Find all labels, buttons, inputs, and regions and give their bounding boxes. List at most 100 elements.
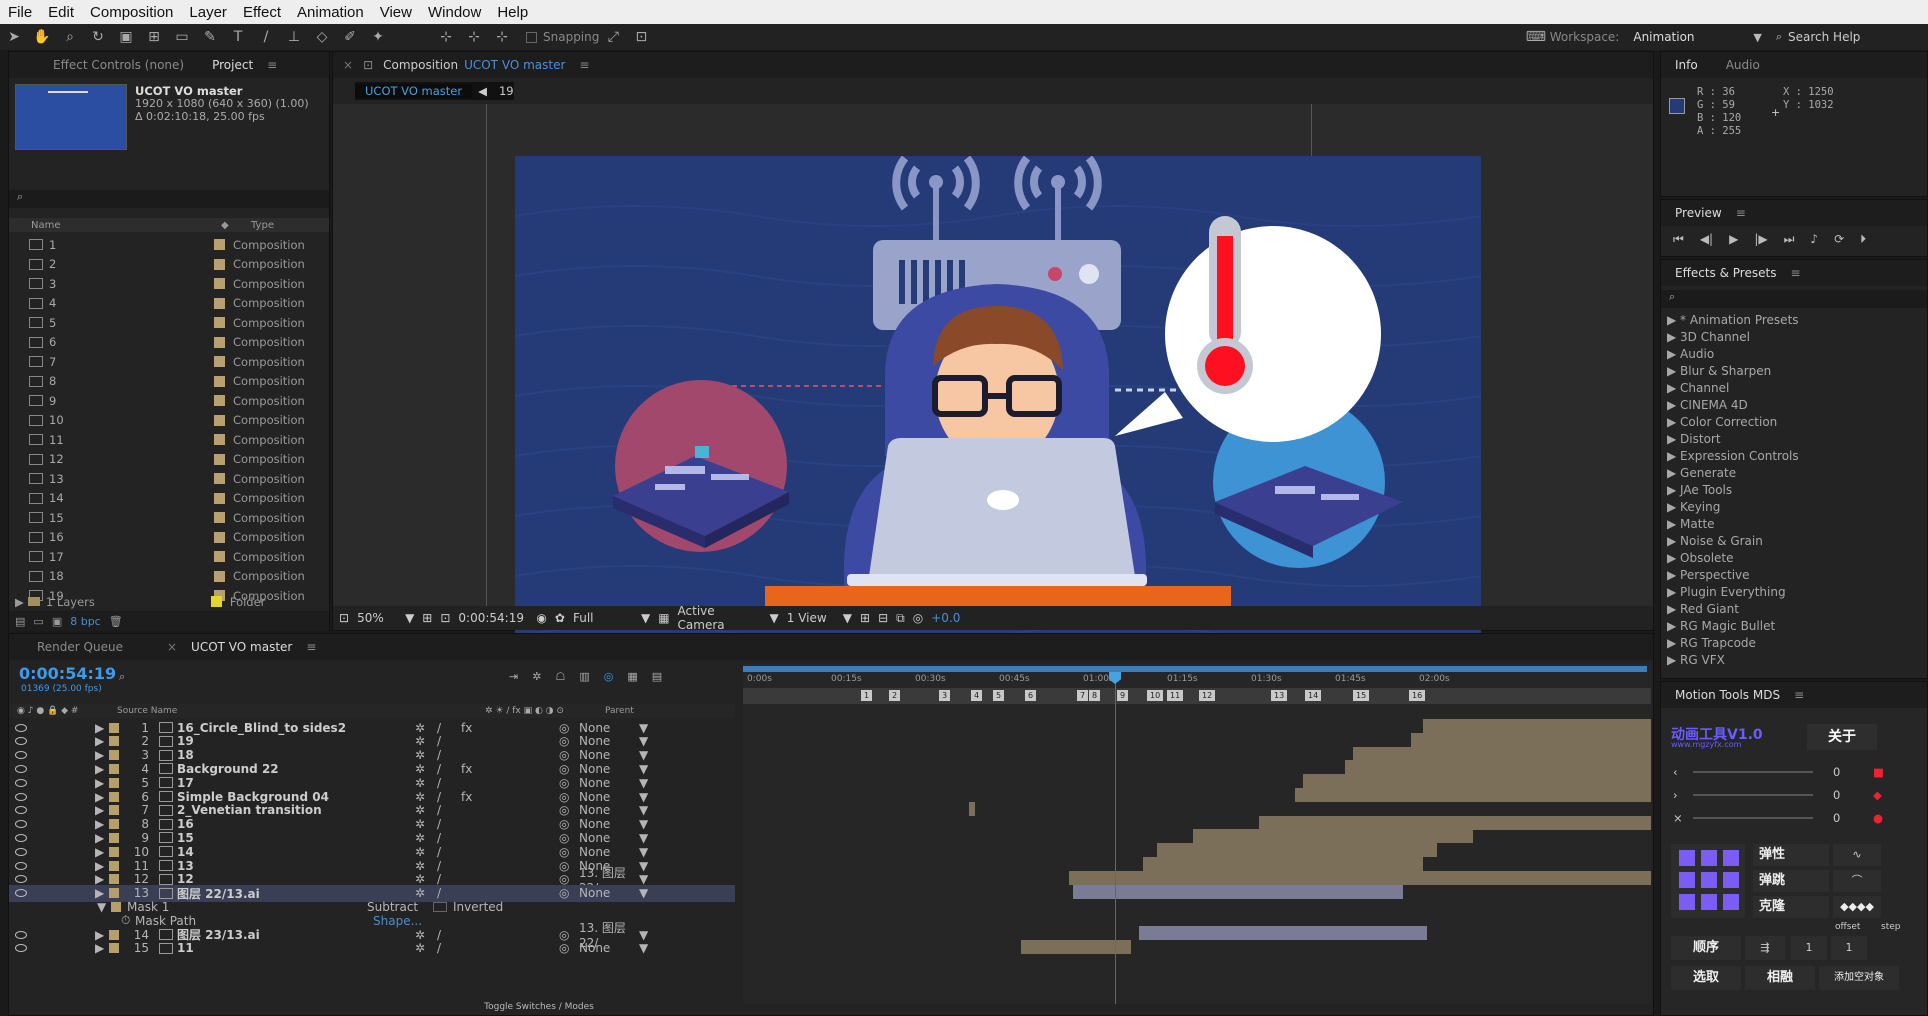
effects-category[interactable]: ▶ Obsolete xyxy=(1661,550,1927,567)
track-area[interactable]: 0:00s 00:15s 00:30s 00:45s 01:00s 01:15s 01:30… xyxy=(743,664,1651,1004)
elastic-button[interactable]: 弹性 xyxy=(1753,844,1829,866)
first-frame-icon[interactable]: ⏮ xyxy=(1673,232,1684,247)
axis-local-icon[interactable]: ⊹ xyxy=(436,28,456,46)
eraser-tool-icon[interactable]: ◇ xyxy=(312,28,332,46)
effects-category[interactable]: ▶ Keying xyxy=(1661,499,1927,516)
close-tab-icon[interactable]: × xyxy=(343,58,353,72)
order-button[interactable]: 顺序 xyxy=(1671,936,1741,960)
camera-select[interactable]: Active Camera xyxy=(678,604,762,632)
layer-label-swatch[interactable] xyxy=(109,777,119,788)
layer-label-swatch[interactable] xyxy=(109,722,119,733)
merge-button[interactable]: 相融 xyxy=(1745,966,1815,990)
layer-duration-bar[interactable] xyxy=(1411,732,1651,747)
new-comp-icon[interactable]: ▣ xyxy=(52,615,62,628)
zoom-select[interactable]: 50% xyxy=(357,611,397,625)
resolution-select[interactable]: Full xyxy=(573,611,633,625)
axis-world-icon[interactable]: ⊹ xyxy=(464,28,484,46)
slider-1[interactable] xyxy=(1693,770,1813,773)
effects-category[interactable]: ▶ RG Magic Bullet xyxy=(1661,618,1927,635)
safe-zones-icon[interactable]: ⊞ xyxy=(422,611,432,625)
layer-label-swatch[interactable] xyxy=(109,819,119,830)
menu-animation[interactable]: Animation xyxy=(289,4,372,21)
tab-audio[interactable]: Audio xyxy=(1712,58,1774,72)
project-item-row[interactable]: 11 Composition xyxy=(9,430,329,450)
project-item-row[interactable]: 12 Composition xyxy=(9,450,329,470)
expand-arrow-icon[interactable]: ▶ xyxy=(1667,568,1680,582)
expand-arrow-icon[interactable]: ▶ xyxy=(1667,398,1680,412)
layer-duration-bar[interactable] xyxy=(1353,746,1651,761)
workspace-select[interactable]: Animation xyxy=(1633,30,1753,44)
comp-marker[interactable]: 16 xyxy=(1409,690,1426,701)
menu-edit[interactable]: Edit xyxy=(40,4,82,21)
project-item-row[interactable]: 10 Composition xyxy=(9,411,329,431)
project-item-row[interactable]: 17 Composition xyxy=(9,547,329,567)
clone-stamp-tool-icon[interactable]: ⊥ xyxy=(284,28,304,46)
slider-2-value[interactable]: 0 xyxy=(1833,788,1873,802)
comp-marker[interactable]: 5 xyxy=(993,690,1005,701)
quality-switch-icon[interactable]: / xyxy=(437,941,461,955)
expand-arrow-icon[interactable]: ▶ xyxy=(1667,500,1680,514)
visibility-eye-icon[interactable] xyxy=(15,751,27,760)
about-button[interactable]: 关于 xyxy=(1807,724,1877,750)
effects-category[interactable]: ▶ * Animation Presets xyxy=(1661,312,1927,329)
last-frame-icon[interactable]: ⏭ xyxy=(1784,232,1795,247)
show-channel-icon[interactable]: ✿ xyxy=(555,611,565,625)
comp-marker[interactable]: 1 xyxy=(861,690,873,701)
expand-arrow-icon[interactable]: ▶ xyxy=(1667,330,1680,344)
elastic-curve-icon[interactable]: ∿ xyxy=(1833,844,1881,866)
expand-arrow-icon[interactable]: ▶ xyxy=(1667,653,1680,667)
menu-effect[interactable]: Effect xyxy=(235,4,289,21)
effects-category[interactable]: ▶ Expression Controls xyxy=(1661,448,1927,465)
panel-menu-icon[interactable]: ≡ xyxy=(1790,266,1800,280)
views-dropdown-icon[interactable]: ▼ xyxy=(843,611,852,625)
shy-layers-icon[interactable]: ☖ xyxy=(555,670,565,683)
project-item-row[interactable]: 15 Composition xyxy=(9,508,329,528)
effects-category[interactable]: ▶ Perspective xyxy=(1661,567,1927,584)
bounce-curve-icon[interactable]: ⌒ xyxy=(1833,870,1881,892)
visibility-eye-icon[interactable] xyxy=(15,875,27,884)
effects-category[interactable]: ▶ Audio xyxy=(1661,346,1927,363)
rectangle-tool-icon[interactable]: ▭ xyxy=(172,28,192,46)
next-frame-icon[interactable]: |▶ xyxy=(1754,232,1767,247)
pen-tool-icon[interactable]: ✎ xyxy=(200,28,220,46)
tab-info[interactable]: Info xyxy=(1661,58,1712,72)
column-parent[interactable]: Parent xyxy=(605,706,634,716)
visibility-eye-icon[interactable] xyxy=(15,944,27,953)
comp-marker[interactable]: 4 xyxy=(971,690,983,701)
comp-marker[interactable]: 2 xyxy=(889,690,901,701)
frame-blending-icon[interactable]: ▥ xyxy=(579,670,589,683)
project-item-row[interactable]: 8 Composition xyxy=(9,372,329,392)
shy-switch-icon[interactable]: ✲ xyxy=(415,941,437,955)
workspace-dropdown-icon[interactable]: ▼ xyxy=(1753,31,1761,44)
fast-preview-icon[interactable]: ⊞ xyxy=(860,611,870,625)
effects-category[interactable]: ▶ Blur & Sharpen xyxy=(1661,363,1927,380)
mask-inverted-checkbox[interactable] xyxy=(433,901,447,912)
project-item-row[interactable]: 3 Composition xyxy=(9,274,329,294)
expand-arrow-icon[interactable]: ▶ xyxy=(1667,466,1680,480)
project-item-row[interactable]: 16 Composition xyxy=(9,528,329,548)
effects-category[interactable]: ▶ RG Trapcode xyxy=(1661,635,1927,652)
effects-category[interactable]: ▶ CINEMA 4D xyxy=(1661,397,1927,414)
expand-arrow-icon[interactable]: ▶ xyxy=(1667,449,1680,463)
expand-arrow-icon[interactable]: ▶ xyxy=(1667,636,1680,650)
toggle-switches-modes[interactable]: Toggle Switches / Modes xyxy=(409,1002,669,1012)
layer-label-swatch[interactable] xyxy=(109,805,119,816)
slider-2[interactable] xyxy=(1693,793,1813,796)
comp-tab-name[interactable]: UCOT VO master xyxy=(464,58,565,72)
snapping-checkbox[interactable] xyxy=(526,31,537,43)
roto-brush-tool-icon[interactable]: ✐ xyxy=(340,28,360,46)
pan-behind-tool-icon[interactable]: ⊞ xyxy=(144,28,164,46)
flowchart-icon[interactable]: ⧉ xyxy=(896,611,905,626)
composition-mini-flowchart-icon[interactable]: ⇥ xyxy=(509,670,518,683)
visibility-eye-icon[interactable] xyxy=(15,806,27,815)
effects-category[interactable]: ▶ JAe Tools xyxy=(1661,482,1927,499)
bounce-button[interactable]: 弹跳 xyxy=(1753,870,1829,892)
layer-duration-bar[interactable] xyxy=(1303,774,1651,789)
panel-menu-icon[interactable]: ≡ xyxy=(1736,206,1746,220)
layer-label-swatch[interactable] xyxy=(109,888,119,899)
expand-arrow-icon[interactable]: ▶ xyxy=(1667,364,1680,378)
prev-frame-icon[interactable]: ◀| xyxy=(1700,232,1713,247)
layer-duration-bar[interactable] xyxy=(1295,788,1651,802)
close-tab-icon[interactable]: × xyxy=(167,640,177,654)
visibility-eye-icon[interactable] xyxy=(15,861,27,870)
